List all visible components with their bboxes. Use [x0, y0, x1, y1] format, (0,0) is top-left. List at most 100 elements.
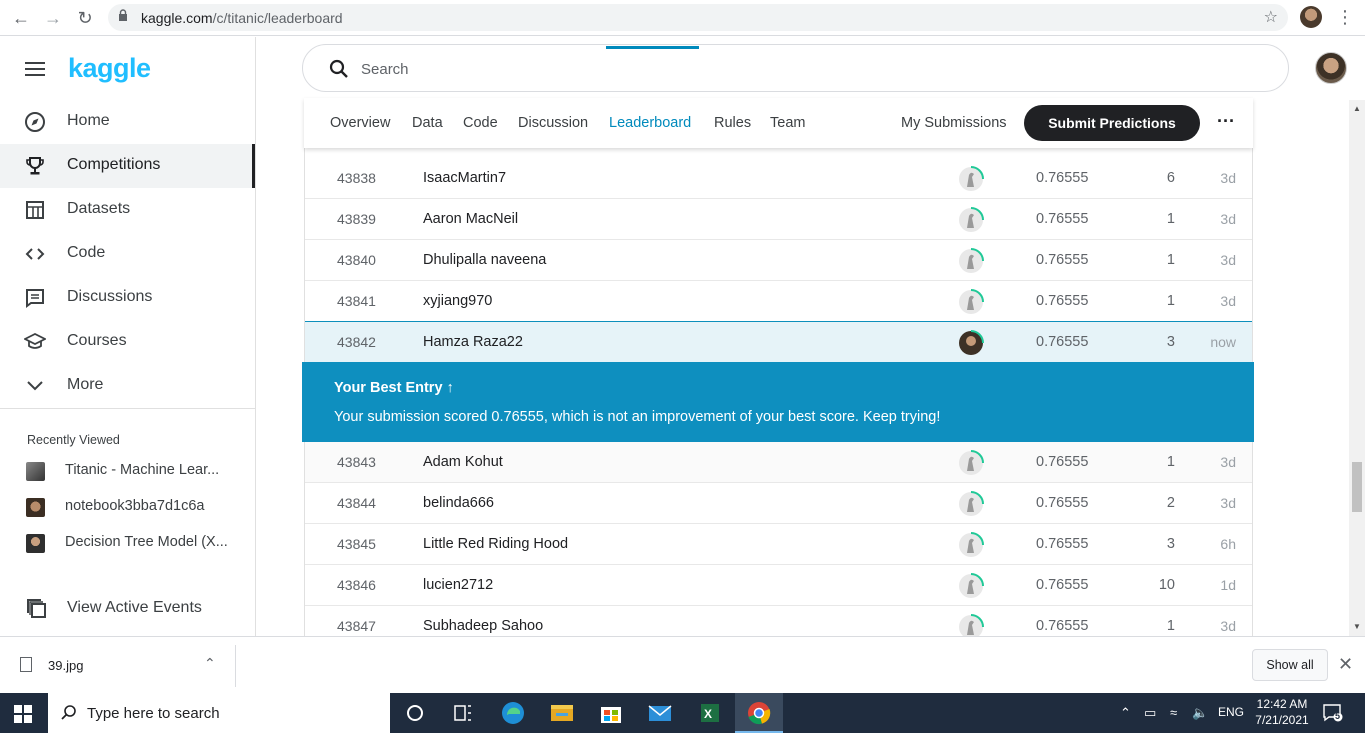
user-avatar-icon[interactable]	[957, 329, 985, 357]
user-avatar[interactable]	[1315, 52, 1347, 84]
recently-viewed-heading: Recently Viewed	[27, 433, 120, 447]
chevron-up-icon[interactable]: ⌃	[204, 655, 216, 672]
sidebar-item-discussions[interactable]: Discussions	[0, 276, 255, 320]
sidebar-item-competitions[interactable]: Competitions	[0, 144, 255, 188]
sidebar-item-code[interactable]: Code	[0, 232, 255, 276]
task-view-icon[interactable]	[439, 693, 487, 733]
chrome-icon[interactable]	[735, 693, 783, 733]
submit-predictions-button[interactable]: Submit Predictions	[1024, 105, 1200, 141]
mail-icon[interactable]	[636, 693, 684, 733]
chevron-up-icon[interactable]: ⌃	[1120, 705, 1131, 721]
page-scrollbar[interactable]: ▲ ▼	[1349, 100, 1365, 636]
edge-icon[interactable]	[489, 693, 537, 733]
back-icon[interactable]: ←	[9, 6, 33, 30]
taskbar-search[interactable]: Type here to search	[48, 693, 390, 733]
profile-avatar[interactable]	[1300, 6, 1322, 28]
my-submissions-link[interactable]: My Submissions	[901, 115, 1007, 131]
tab-code[interactable]: Code	[463, 115, 498, 131]
cortana-icon[interactable]	[391, 693, 439, 733]
table-row[interactable]: 43845 Little Red Riding Hood 0.76555 3 6…	[305, 524, 1252, 565]
download-divider	[235, 645, 236, 687]
address-bar[interactable]: kaggle.com/c/titanic/leaderboard ☆	[108, 4, 1288, 31]
table-row[interactable]: 43839 Aaron MacNeil 0.76555 1 3d	[305, 199, 1252, 240]
url-text: kaggle.com/c/titanic/leaderboard	[141, 10, 343, 26]
table-row[interactable]: 43844 belinda666 0.76555 2 3d	[305, 483, 1252, 524]
file-explorer-icon[interactable]	[538, 693, 586, 733]
default-avatar-icon[interactable]	[957, 247, 985, 275]
tab-overview[interactable]: Overview	[330, 115, 390, 131]
tab-leaderboard[interactable]: Leaderboard	[609, 115, 691, 131]
banner-message: Your submission scored 0.76555, which is…	[334, 409, 941, 425]
sidebar-item-courses[interactable]: Courses	[0, 320, 255, 364]
my-entry-row[interactable]: 43842 Hamza Raza22 0.76555 3 now	[305, 321, 1252, 363]
trophy-icon	[26, 157, 44, 175]
search-icon	[329, 59, 348, 78]
volume-icon[interactable]: 🔈	[1192, 705, 1208, 721]
scroll-up-arrow-icon[interactable]: ▲	[1353, 104, 1361, 113]
show-all-button[interactable]: Show all	[1252, 649, 1328, 681]
scrollbar-thumb[interactable]	[1352, 462, 1362, 512]
notebook-thumbnail	[26, 498, 45, 517]
excel-icon[interactable]: X	[685, 693, 733, 733]
sidebar-item-datasets[interactable]: Datasets	[0, 188, 255, 232]
events-icon	[27, 599, 46, 618]
forward-icon[interactable]: →	[41, 6, 65, 30]
more-options-icon[interactable]: ···	[1214, 110, 1238, 134]
default-avatar-icon[interactable]	[957, 613, 985, 636]
default-avatar-icon[interactable]	[957, 288, 985, 316]
default-avatar-icon[interactable]	[957, 572, 985, 600]
close-icon[interactable]: ✕	[1338, 654, 1353, 675]
bookmark-star-icon[interactable]: ☆	[1264, 7, 1278, 27]
table-icon	[26, 201, 44, 219]
reload-icon[interactable]: ↻	[73, 6, 97, 30]
table-row[interactable]: 43846 lucien2712 0.76555 10 1d	[305, 565, 1252, 606]
recent-item[interactable]: Decision Tree Model (X...	[0, 528, 255, 558]
store-icon[interactable]	[587, 693, 635, 733]
windows-start-icon[interactable]	[14, 705, 32, 723]
sidebar-item-more[interactable]: More	[0, 364, 255, 408]
kaggle-logo[interactable]: kaggle	[68, 53, 151, 84]
titanic-thumbnail	[26, 462, 45, 481]
sidebar-divider	[0, 408, 255, 409]
table-row[interactable]: 43838 IsaacMartin7 0.76555 6 3d	[305, 158, 1252, 199]
sidebar-item-home[interactable]: Home	[0, 100, 255, 144]
wifi-icon[interactable]: ≈	[1170, 705, 1177, 720]
table-row[interactable]: 43847 Subhadeep Sahoo 0.76555 1 3d	[305, 606, 1252, 636]
tab-team[interactable]: Team	[770, 115, 805, 131]
browser-menu-icon[interactable]: ⋮	[1336, 6, 1354, 28]
recent-item[interactable]: Titanic - Machine Lear...	[0, 456, 255, 486]
default-avatar-icon[interactable]	[957, 531, 985, 559]
lock-icon	[119, 9, 127, 21]
search-input[interactable]	[361, 57, 1221, 81]
download-filename[interactable]: 39.jpg	[48, 658, 83, 673]
browser-toolbar: ← → ↻ kaggle.com/c/titanic/leaderboard ☆…	[0, 0, 1365, 36]
download-bar: 39.jpg ⌃ Show all ✕	[0, 636, 1365, 693]
default-avatar-icon[interactable]	[957, 165, 985, 193]
view-active-events[interactable]: View Active Events	[0, 593, 255, 623]
table-row[interactable]: 43840 Dhulipalla naveena 0.76555 1 3d	[305, 240, 1252, 281]
image-file-icon	[20, 657, 32, 672]
scroll-down-arrow-icon[interactable]: ▼	[1353, 622, 1361, 631]
tab-discussion[interactable]: Discussion	[518, 115, 588, 131]
decision-tree-thumbnail	[26, 534, 45, 553]
battery-icon[interactable]: ▭	[1144, 705, 1156, 721]
table-row[interactable]: 43841 xyjiang970 0.76555 1 3d	[305, 281, 1252, 322]
banner-heading: Your Best Entry ↑	[334, 380, 454, 396]
active-tab-indicator	[606, 46, 699, 49]
search-bar[interactable]	[302, 44, 1289, 92]
sidebar: kaggle Home Competitions Datasets Code D…	[0, 37, 256, 636]
default-avatar-icon[interactable]	[957, 490, 985, 518]
recent-item[interactable]: notebook3bba7d1c6a	[0, 492, 255, 522]
tab-rules[interactable]: Rules	[714, 115, 751, 131]
notification-count: 5	[1335, 711, 1341, 721]
system-clock[interactable]: 12:42 AM 7/21/2021	[1250, 696, 1314, 728]
default-avatar-icon[interactable]	[957, 449, 985, 477]
language-indicator[interactable]: ENG	[1218, 705, 1244, 719]
default-avatar-icon[interactable]	[957, 206, 985, 234]
hamburger-menu-icon[interactable]	[25, 62, 45, 76]
table-row[interactable]: 43843 Adam Kohut 0.76555 1 3d	[305, 442, 1252, 483]
windows-taskbar: Type here to search X ⌃ ▭ ≈ 🔈 ENG 12:42 …	[0, 693, 1365, 733]
svg-text:X: X	[704, 707, 712, 721]
tab-data[interactable]: Data	[412, 115, 443, 131]
search-icon	[61, 705, 76, 720]
